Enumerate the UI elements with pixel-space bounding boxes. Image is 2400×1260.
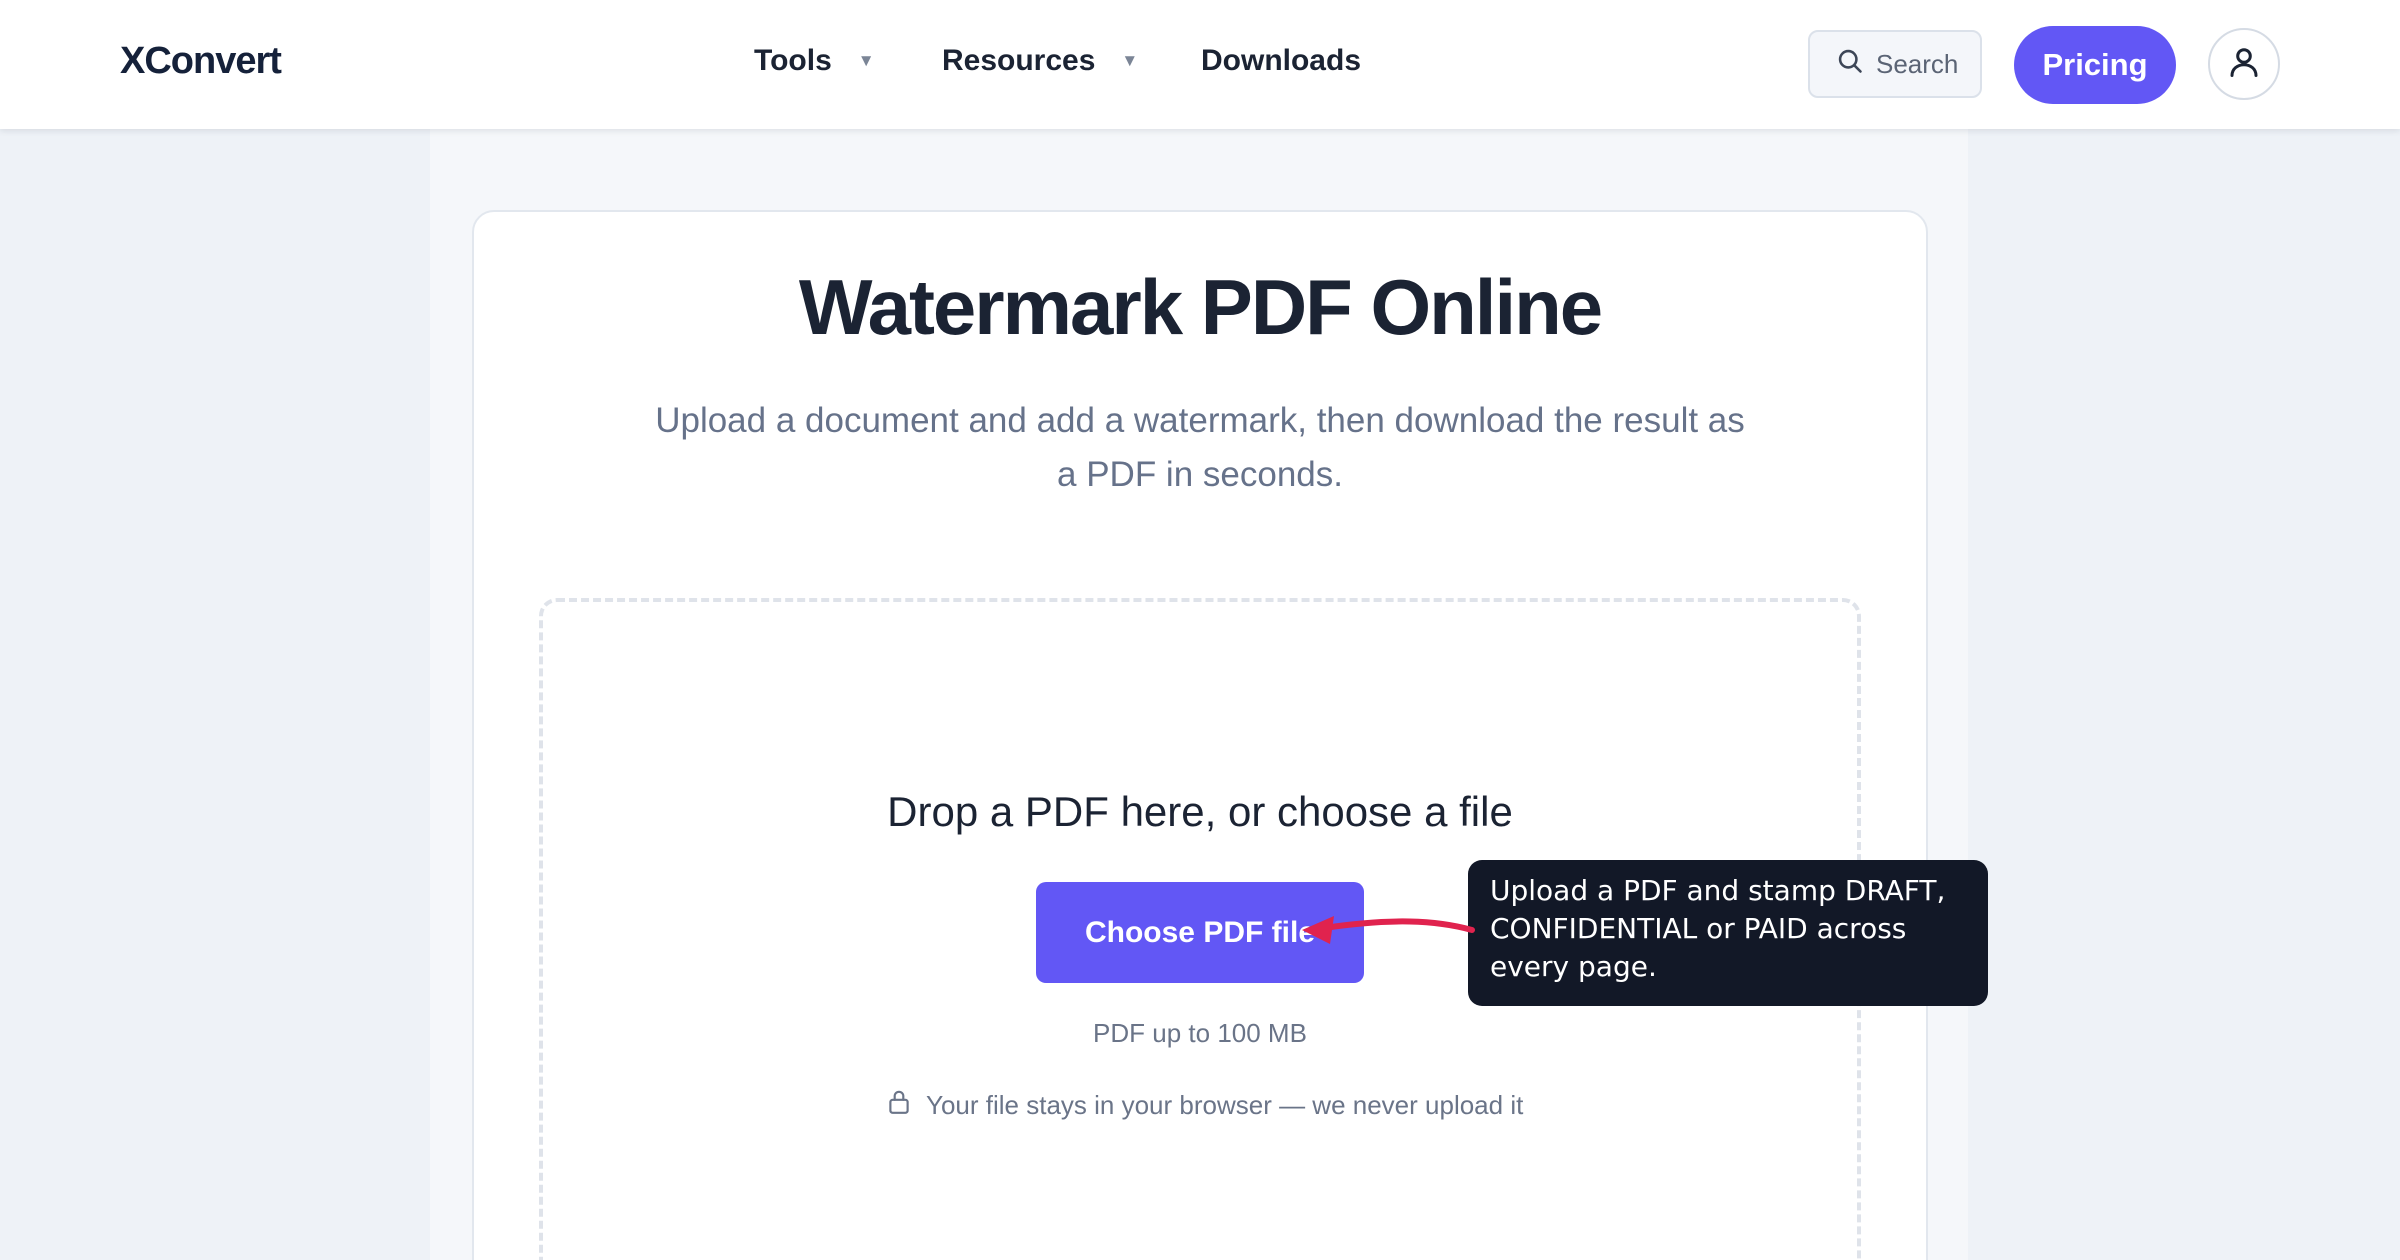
privacy-text: Your file stays in your browser — we nev…: [926, 1090, 1524, 1120]
page-subtitle: Upload a document and add a watermark, t…: [655, 401, 1745, 494]
logo[interactable]: XConvert: [120, 40, 282, 83]
pricing-button[interactable]: Pricing: [2014, 26, 2176, 104]
chevron-down-icon: ▼: [1121, 51, 1139, 70]
chevron-down-icon: ▼: [857, 51, 875, 70]
tooltip: Upload a PDF and stamp DRAFT, CONFIDENTI…: [1468, 860, 1988, 1006]
search-label: Search: [1876, 48, 1959, 79]
privacy-note: Your file stays in your browser — we nev…: [886, 1088, 1523, 1123]
nav-item-label: Tools: [754, 44, 832, 77]
file-size-limit: PDF up to 100 MB: [1093, 1018, 1307, 1048]
choose-pdf-file-button[interactable]: Choose PDF file: [1036, 882, 1364, 983]
nav-item-downloads[interactable]: Downloads: [1201, 44, 1361, 78]
lock-icon: [886, 1088, 912, 1123]
search-button[interactable]: Search: [1808, 30, 1982, 98]
account-avatar-button[interactable]: [2208, 28, 2280, 100]
user-icon: [2226, 44, 2262, 85]
top-navigation-bar: XConvert Tools ▼ Resources ▼ Downloads S…: [0, 0, 2400, 129]
nav-item-label: Resources: [942, 44, 1096, 77]
dropzone-heading: Drop a PDF here, or choose a file: [887, 788, 1513, 835]
page-title: Watermark PDF Online: [798, 263, 1603, 351]
nav-item-tools[interactable]: Tools ▼: [754, 44, 875, 78]
nav-item-resources[interactable]: Resources ▼: [942, 44, 1138, 78]
search-icon: [1836, 47, 1864, 82]
nav-item-label: Downloads: [1201, 44, 1362, 77]
